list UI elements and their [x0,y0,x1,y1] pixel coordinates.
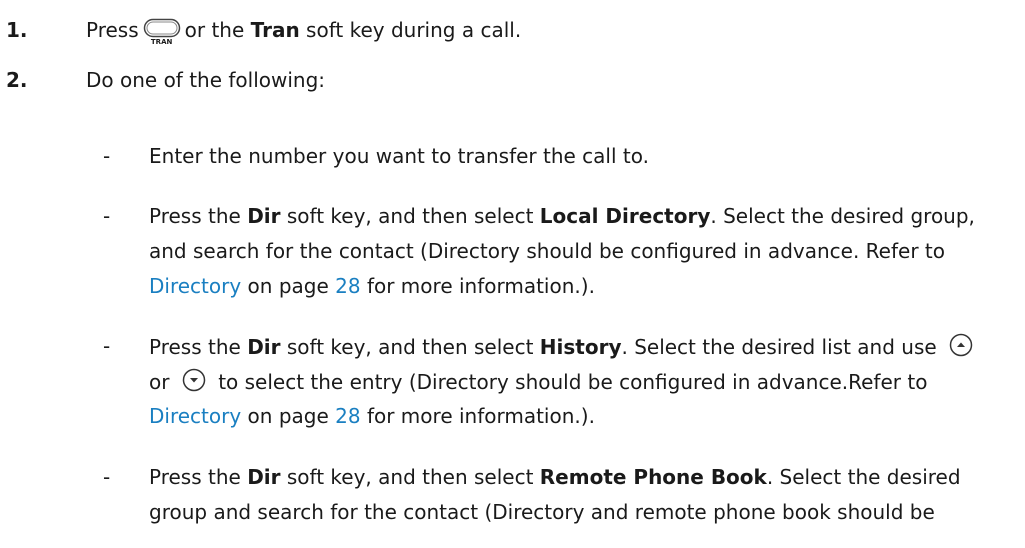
tran-soft-key-name: Tran [250,18,300,42]
tran-key-icon: TRAN [143,18,181,46]
up-arrow-key-icon [949,333,973,362]
text: for more information.). [366,404,595,428]
dir-soft-key-name: Dir [247,335,281,359]
bullet-dash: - [103,144,111,168]
step-2: 2. Do one of the following: [6,68,325,92]
history-label: History [539,335,622,359]
text: soft key, and then select [286,204,534,228]
dir-soft-key-name: Dir [247,465,281,489]
tran-key-caption: TRAN [150,38,173,46]
text: . Select the desired [766,465,961,489]
step-text-or-the: or the [184,18,245,42]
option-local-line-2: and search for the contact (Directory sh… [149,239,945,263]
text: Press the [149,465,241,489]
text: soft key, and then select [286,465,534,489]
text: soft key, and then select [286,335,534,359]
option-remote-line-2: group and search for the contact (Direct… [149,500,935,524]
text: or [149,370,170,394]
bullet-dash: - [103,334,111,358]
page-28-link[interactable]: 28 [335,404,360,428]
local-directory-label: Local Directory [539,204,711,228]
text: to select the entry (Directory should be… [218,370,928,394]
text: for more information.). [366,274,595,298]
step-text: Do one of the following: [86,68,326,92]
down-arrow-key-icon [182,368,206,397]
step-1: 1. Press TRAN or the Tran soft key durin… [6,16,522,46]
step-text-rest: soft key during a call. [306,18,522,42]
text: on page [247,274,329,298]
option-history-line-1: Press the Dir soft key, and then select … [149,333,979,363]
option-history-line-2: or to select the entry (Directory should… [149,368,928,398]
text: . Select the desired list and use [621,335,937,359]
option-local-line-1: Press the Dir soft key, and then select … [149,204,975,228]
page-28-link[interactable]: 28 [335,274,360,298]
step-number: 1. [6,18,28,42]
text: . Select the desired group, [710,204,975,228]
option-remote-line-1: Press the Dir soft key, and then select … [149,465,961,489]
text: on page [247,404,329,428]
remote-phone-book-label: Remote Phone Book [539,465,767,489]
directory-link[interactable]: Directory [149,404,241,428]
option-local-line-3: Directory on page 28 for more informatio… [149,274,595,298]
text: Press the [149,204,241,228]
text: Press the [149,335,241,359]
step-text-press: Press [86,18,139,42]
step-number: 2. [6,68,28,92]
bullet-dash: - [103,204,111,228]
directory-link[interactable]: Directory [149,274,241,298]
option-enter-number: Enter the number you want to transfer th… [149,144,649,168]
option-history-line-3: Directory on page 28 for more informatio… [149,404,595,428]
dir-soft-key-name: Dir [247,204,281,228]
bullet-dash: - [103,465,111,489]
